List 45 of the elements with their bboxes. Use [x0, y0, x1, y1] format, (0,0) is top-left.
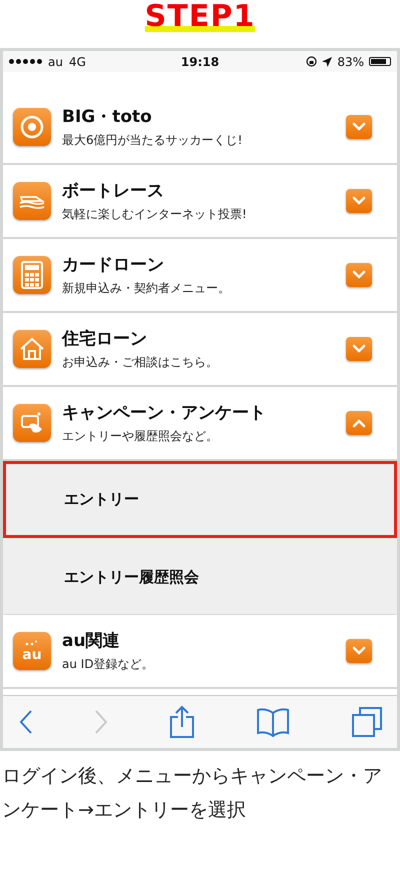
location-arrow-icon — [322, 56, 332, 67]
back-button[interactable] — [19, 709, 33, 736]
chevron-button[interactable] — [346, 337, 372, 362]
menu-subtitle: エントリーや履歴照会など。 — [62, 428, 219, 446]
chevron-button[interactable] — [346, 263, 372, 288]
house-icon — [19, 337, 45, 362]
hand-card-icon — [19, 411, 45, 436]
signal-icon — [9, 59, 42, 64]
menu-title: BIG・toto — [62, 106, 153, 128]
chevron-icon — [352, 122, 366, 132]
clock-time: 19:18 — [180, 54, 220, 69]
chevron-button[interactable] — [346, 189, 372, 214]
tabs-button[interactable] — [351, 706, 383, 738]
battery-icon — [368, 57, 391, 66]
menu-subtitle: 最大6億円が当たるサッカーくじ! — [62, 132, 244, 150]
chevron-button[interactable] — [346, 115, 372, 140]
submenu-item[interactable]: エントリー履歴照会 — [3, 538, 397, 616]
ball-icon — [20, 115, 44, 140]
au-logo-icon: au — [13, 632, 51, 670]
calculator-icon — [21, 261, 43, 290]
chevron-button[interactable] — [346, 639, 372, 664]
chevron-icon — [352, 270, 366, 280]
chevron-icon — [352, 418, 366, 428]
menu-subtitle: au ID登録など。 — [62, 656, 155, 674]
share-button[interactable] — [169, 705, 195, 740]
carrier-label: au — [48, 54, 63, 69]
caption-text: ログイン後、メニューからキャンペーン・アンケート→エントリーを選択 — [1, 764, 383, 823]
network-label: 4G — [68, 54, 86, 69]
menu-subtitle: 気軽に楽しむインターネット投票! — [62, 206, 248, 224]
chevron-button[interactable] — [346, 411, 372, 436]
menu-subtitle: お申込み・ご相談はこちら。 — [62, 354, 219, 372]
chevron-icon — [352, 646, 366, 656]
menu-title: au関連 — [62, 630, 121, 652]
step-heading: STEP1 — [144, 2, 256, 32]
menu-title: ボートレース — [62, 180, 165, 202]
rotation-lock-icon — [306, 56, 318, 68]
chevron-icon — [352, 196, 366, 206]
menu-title: 住宅ローン — [62, 328, 148, 350]
battery-percent: 83% — [337, 54, 364, 69]
submenu-item[interactable]: エントリー — [3, 461, 397, 538]
bookmarks-button[interactable] — [256, 707, 290, 738]
menu-subtitle: 新規申込み・契約者メニュー。 — [62, 280, 231, 298]
chevron-icon — [352, 344, 366, 354]
menu-title: カードローン — [62, 254, 165, 276]
menu-title: キャンペーン・アンケート — [62, 402, 267, 424]
